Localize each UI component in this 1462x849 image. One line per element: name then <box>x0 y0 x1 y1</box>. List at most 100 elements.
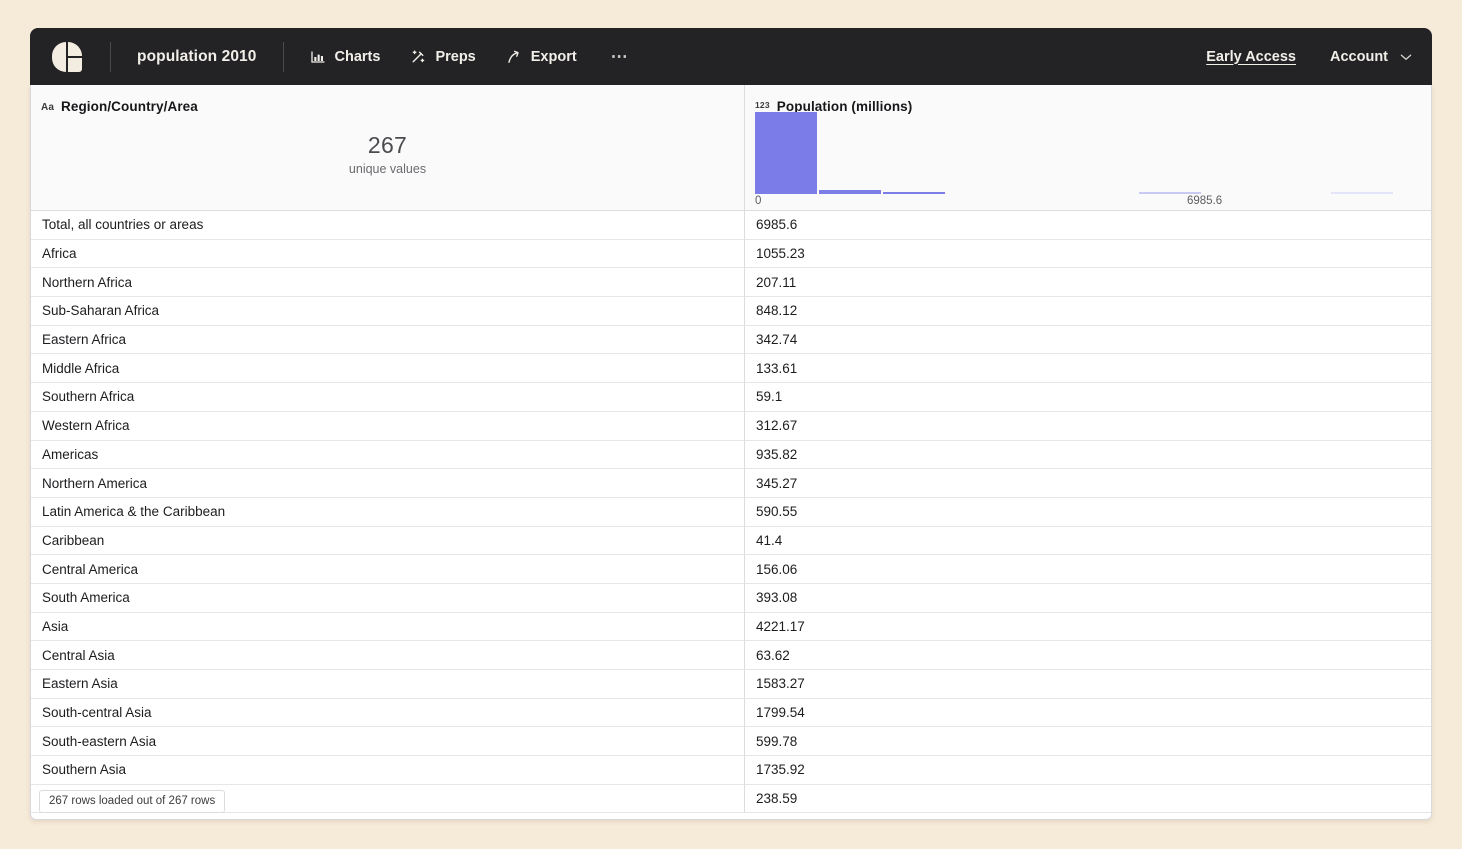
table-cell-population[interactable]: 599.78 <box>745 727 1431 757</box>
table-row[interactable]: Asia 4221.17 <box>31 612 1431 642</box>
table-cell-population[interactable]: 59.1 <box>745 383 1431 412</box>
header-divider-2 <box>282 41 284 72</box>
nav-item-preps[interactable]: Preps <box>410 48 476 65</box>
table-cell-region[interactable]: South America <box>31 583 745 613</box>
table-row[interactable]: Central America 156.06 <box>31 555 1431 584</box>
table-cell-region[interactable]: Western Africa <box>31 411 745 441</box>
histogram-bar <box>1139 192 1201 194</box>
table-cell-population[interactable]: 590.55 <box>745 498 1431 527</box>
table-cell-region[interactable]: Middle Africa <box>31 354 745 384</box>
column-header-region-title: Aa Region/Country/Area <box>41 99 734 114</box>
table-cell-population[interactable]: 41.4 <box>745 527 1431 556</box>
table-cell-population[interactable]: 133.61 <box>745 354 1431 384</box>
table-cell-region[interactable]: Asia <box>31 612 745 642</box>
table-row[interactable]: Africa 1055.23 <box>31 239 1431 269</box>
unique-values-summary: 267 unique values <box>31 132 744 177</box>
table-cell-population[interactable]: 393.08 <box>745 584 1431 613</box>
chevron-down-icon <box>1400 49 1412 65</box>
account-menu-button[interactable]: Account <box>1330 49 1412 65</box>
table-row[interactable]: Western Africa 312.67 <box>31 411 1431 441</box>
table-row[interactable]: Latin America & the Caribbean 590.55 <box>31 497 1431 527</box>
histogram-bar <box>1330 192 1393 194</box>
table-cell-region[interactable]: Africa <box>31 239 745 269</box>
nav-item-charts[interactable]: Charts <box>310 48 381 65</box>
table-cell-region[interactable]: Central America <box>31 555 745 584</box>
table-cell-region[interactable]: South-eastern Asia <box>31 727 745 757</box>
population-histogram <box>755 112 1395 194</box>
column-header-population[interactable]: 123 Population (millions) 0 6985.6 <box>745 85 1431 211</box>
table-cell-population[interactable]: 6985.6 <box>745 211 1431 240</box>
histogram-axis-min: 0 <box>755 195 762 207</box>
app-window: population 2010 Charts Preps Export ⋯ Ea… <box>30 28 1432 820</box>
table-cell-population[interactable]: 63.62 <box>745 641 1431 670</box>
nav-item-preps-label: Preps <box>435 48 476 65</box>
table-cell-population[interactable]: 345.27 <box>745 469 1431 498</box>
header-divider-1 <box>110 41 111 72</box>
table-cell-population[interactable]: 935.82 <box>745 441 1431 470</box>
chart-icon <box>310 49 326 65</box>
table-cell-region[interactable]: Northern America <box>31 469 745 498</box>
table-row[interactable]: Eastern Asia 1583.27 <box>31 670 1431 699</box>
table-row[interactable]: Sub-Saharan Africa 848.12 <box>31 297 1431 326</box>
table-row[interactable]: Caribbean 41.4 <box>31 526 1431 556</box>
table-row[interactable]: Northern America 345.27 <box>31 469 1431 498</box>
table-cell-population[interactable]: 207.11 <box>745 268 1431 298</box>
text-type-icon: Aa <box>41 102 54 113</box>
table-row[interactable]: Northern Africa 207.11 <box>31 268 1431 298</box>
unique-values-count: 267 <box>367 132 408 158</box>
table-cell-population[interactable]: 238.59 <box>745 785 1431 814</box>
number-type-icon: 123 <box>755 100 770 110</box>
status-badge: 267 rows loaded out of 267 rows <box>39 790 226 813</box>
table-cell-region[interactable]: Southern Asia <box>31 756 745 785</box>
table-header-row: Aa Region/Country/Area 267 unique values… <box>31 85 1431 211</box>
table-cell-population[interactable]: 156.06 <box>745 555 1431 584</box>
app-logo[interactable] <box>52 41 82 72</box>
table-row[interactable]: Total, all countries or areas 6985.6 <box>31 211 1431 240</box>
column-header-region[interactable]: Aa Region/Country/Area 267 unique values <box>31 85 745 211</box>
table-cell-population[interactable]: 312.67 <box>745 412 1431 441</box>
more-options-button[interactable]: ⋯ <box>611 48 630 65</box>
table-cell-region[interactable]: Eastern Africa <box>31 325 745 355</box>
table-cell-region[interactable]: Central Asia <box>31 641 745 670</box>
table-row[interactable]: South America 393.08 <box>31 583 1431 613</box>
table-cell-region[interactable]: Northern Africa <box>31 268 745 298</box>
table-row[interactable]: Middle Africa 133.61 <box>31 354 1431 384</box>
magic-wand-icon <box>410 49 426 65</box>
table-cell-region[interactable]: Caribbean <box>31 526 745 556</box>
nav-item-charts-label: Charts <box>334 48 381 65</box>
table-cell-region[interactable]: Americas <box>31 440 745 470</box>
table-row[interactable]: Southern Asia 1735.92 <box>31 756 1431 785</box>
table-row[interactable]: South-eastern Asia 599.78 <box>31 727 1431 757</box>
table-cell-population[interactable]: 1055.23 <box>745 240 1431 269</box>
table-cell-region[interactable]: Total, all countries or areas <box>31 211 745 240</box>
table-row[interactable]: Southern Africa 59.1 <box>31 383 1431 412</box>
nav-item-export[interactable]: Export <box>506 49 577 65</box>
table-row[interactable]: Americas 935.82 <box>31 440 1431 470</box>
data-table[interactable]: Aa Region/Country/Area 267 unique values… <box>30 85 1432 820</box>
histogram-axis-max: 6985.6 <box>1187 195 1223 207</box>
unique-values-label: unique values <box>348 162 427 177</box>
document-title[interactable]: population 2010 <box>137 48 257 66</box>
table-row[interactable]: Central Asia 63.62 <box>31 641 1431 670</box>
table-cell-region[interactable]: Latin America & the Caribbean <box>31 497 745 527</box>
table-row[interactable]: 238.59 <box>31 784 1431 814</box>
table-row[interactable]: South-central Asia 1799.54 <box>31 698 1431 728</box>
table-cell-region[interactable]: Southern Africa <box>31 383 745 412</box>
top-navigation-bar: population 2010 Charts Preps Export ⋯ Ea… <box>30 28 1432 85</box>
table-cell-region[interactable]: Eastern Asia <box>31 670 745 699</box>
table-row[interactable]: Eastern Africa 342.74 <box>31 325 1431 355</box>
table-cell-region[interactable]: Sub-Saharan Africa <box>31 297 745 326</box>
table-cell-population[interactable]: 1735.92 <box>745 756 1431 785</box>
table-cell-population[interactable]: 342.74 <box>745 326 1431 355</box>
histogram-bar <box>755 112 817 194</box>
table-cell-population[interactable]: 4221.17 <box>745 613 1431 642</box>
histogram-bar <box>882 191 945 194</box>
table-cell-region[interactable]: South-central Asia <box>31 698 745 728</box>
logo-bottom-right-shape <box>68 57 82 72</box>
table-body: Total, all countries or areas 6985.6 Afric… <box>31 211 1431 819</box>
early-access-link[interactable]: Early Access <box>1206 49 1296 65</box>
column-name-region: Region/Country/Area <box>60 99 198 114</box>
table-cell-population[interactable]: 1583.27 <box>745 670 1431 699</box>
table-cell-population[interactable]: 1799.54 <box>745 699 1431 728</box>
table-cell-population[interactable]: 848.12 <box>745 297 1431 326</box>
